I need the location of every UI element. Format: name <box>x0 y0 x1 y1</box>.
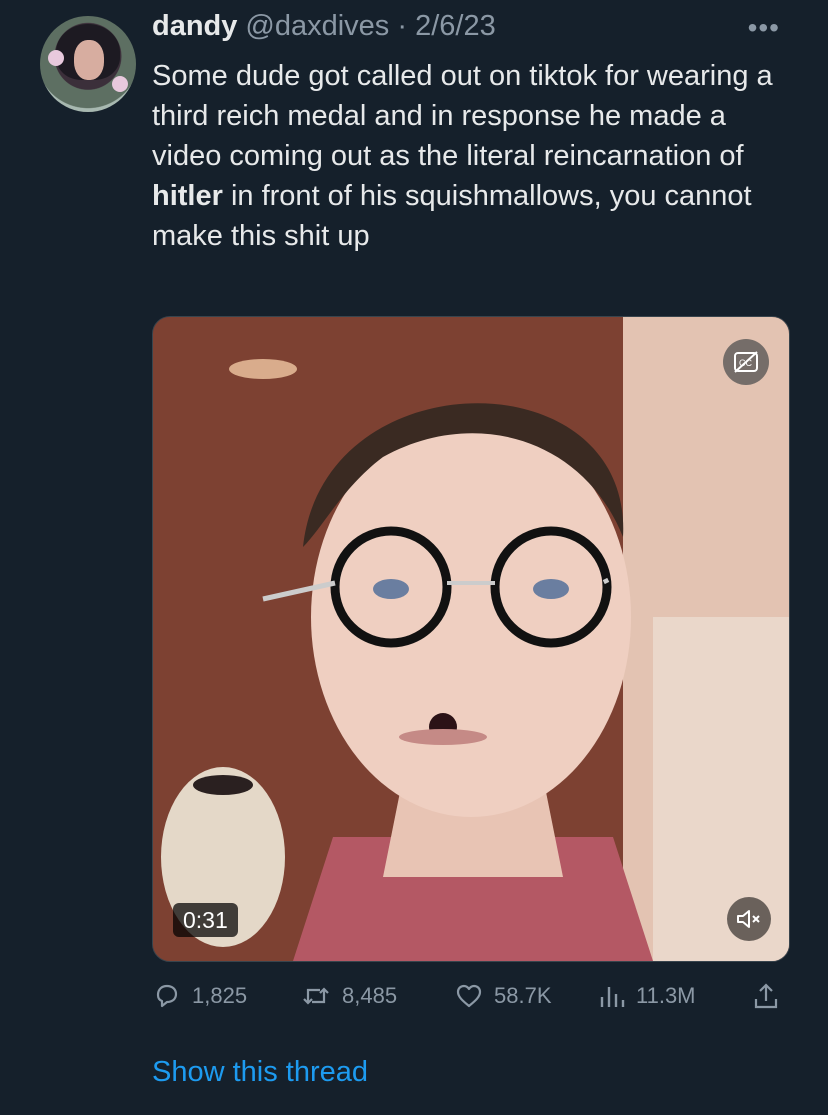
avatar[interactable] <box>40 16 136 112</box>
mute-toggle[interactable] <box>727 897 771 941</box>
tweet-actions: 1,825 8,485 58.7K 11.3M <box>152 978 788 1014</box>
separator: · <box>389 10 416 42</box>
retweet-icon <box>303 987 329 1005</box>
reply-button[interactable]: 1,825 <box>152 978 247 1014</box>
video-player[interactable]: CC 0:31 <box>152 316 790 962</box>
tweet-text-bold: hitler <box>152 180 223 212</box>
more-options-icon[interactable]: ••• <box>748 12 780 44</box>
reply-icon <box>156 984 178 1008</box>
speaker-muted-icon <box>737 910 760 928</box>
avatar-flower <box>48 50 64 66</box>
tweet-date[interactable]: 2/6/23 <box>415 10 496 43</box>
heart-icon <box>456 984 482 1008</box>
video-frame <box>153 317 789 961</box>
tweet-container: dandy @daxdives · 2/6/23 ••• Some dude g… <box>0 0 828 1115</box>
captions-toggle[interactable]: CC <box>723 339 769 385</box>
like-button[interactable]: 58.7K <box>454 978 552 1014</box>
like-count: 58.7K <box>494 983 552 1008</box>
views-chart-icon <box>600 987 625 1007</box>
share-button[interactable] <box>752 978 790 1014</box>
tweet-text: Some dude got called out on tiktok for w… <box>152 56 792 256</box>
avatar-face <box>74 40 104 80</box>
tweet-text-before: Some dude got called out on tiktok for w… <box>152 60 773 172</box>
show-thread-link[interactable]: Show this thread <box>152 1054 368 1090</box>
avatar-flower <box>112 76 128 92</box>
tweet-header: dandy @daxdives · 2/6/23 <box>152 10 496 46</box>
handle[interactable]: @daxdives <box>245 10 389 43</box>
share-icon <box>754 983 778 1009</box>
captions-off-icon: CC <box>734 351 758 373</box>
retweet-button[interactable]: 8,485 <box>300 978 397 1014</box>
views-button[interactable]: 11.3M <box>598 978 696 1014</box>
retweet-count: 8,485 <box>342 983 398 1008</box>
views-count: 11.3M <box>636 983 696 1008</box>
tweet-text-after: in front of his squishmallows, you canno… <box>152 180 752 252</box>
video-duration: 0:31 <box>173 903 238 937</box>
display-name[interactable]: dandy <box>152 10 237 43</box>
reply-count: 1,825 <box>192 983 248 1008</box>
